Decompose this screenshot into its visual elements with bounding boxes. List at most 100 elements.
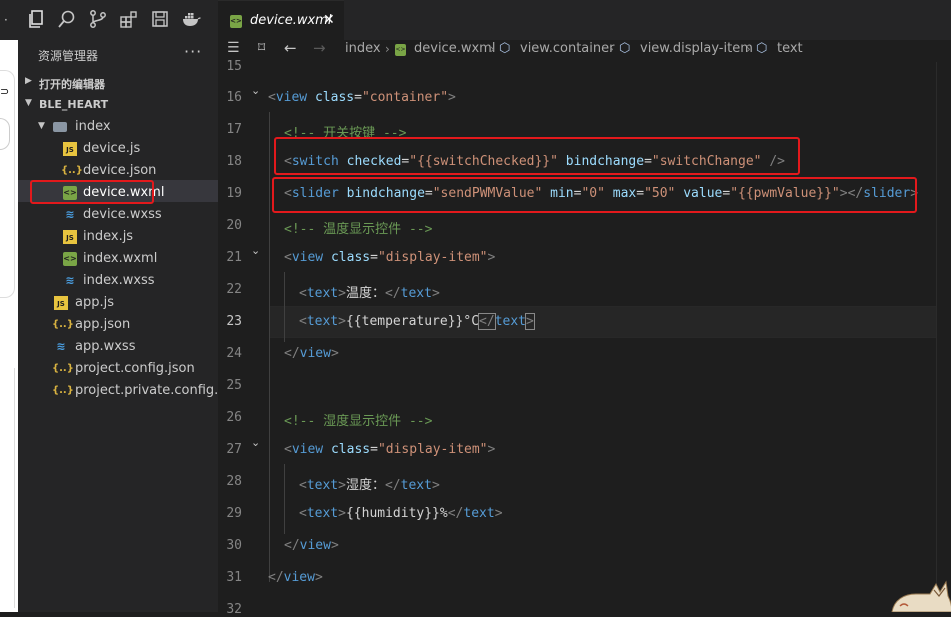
line-number: 26 — [226, 410, 242, 425]
search-icon[interactable] — [57, 9, 79, 31]
line-number: 22 — [226, 282, 242, 297]
breadcrumb-item[interactable]: view.container — [520, 41, 614, 56]
breadcrumb: ☰ ⌑ ← → index › <> device.wxml › ⬡ view.… — [218, 39, 951, 62]
tree-item-project-config[interactable]: {..} project.config.json — [18, 358, 218, 380]
open-editors-section[interactable]: ▶ 打开的编辑器 — [18, 72, 218, 94]
tab-device-wxml[interactable]: <> device.wxml ✕ — [218, 0, 344, 41]
tree-item-label: index.wxss — [83, 273, 155, 288]
line-number: 20 — [226, 218, 242, 233]
code-line-31: </view> — [268, 570, 323, 585]
indent-guide — [269, 112, 270, 582]
explorer-panel: 资源管理器 ··· ▶ 打开的编辑器 ▼ BLE_HEART ▼ index J… — [18, 40, 241, 612]
code-line-21: <view class="display-item"> — [284, 250, 496, 265]
list-icon[interactable]: ☰ — [227, 40, 240, 56]
code-line-28: <text>湿度：</text> — [299, 478, 440, 493]
tree-item-label: device.json — [83, 163, 157, 178]
source-control-icon[interactable] — [88, 9, 110, 31]
back-arrow-icon[interactable]: ← — [284, 39, 297, 57]
tree-item-label: app.js — [75, 295, 114, 310]
breadcrumb-item[interactable]: view.display-item — [640, 41, 753, 56]
chevron-right-icon: ▶ — [25, 76, 32, 86]
breadcrumb-item[interactable]: index — [345, 41, 381, 56]
highlight-box-slider — [272, 177, 917, 213]
simulator-switch-icon[interactable]: ⊃ — [0, 85, 9, 98]
tree-item-device-wxss[interactable]: ≋ device.wxss — [18, 204, 218, 226]
tree-item-label: index.js — [83, 229, 134, 244]
line-number: 21 — [226, 250, 242, 265]
chevron-right-icon: › — [609, 42, 614, 56]
js-file-icon: JS — [54, 296, 68, 310]
bookmark-icon[interactable]: ⌑ — [258, 40, 265, 56]
code-editor[interactable]: 15 16 17 18 19 20 21 22 23 24 25 26 27 2… — [218, 59, 951, 617]
tree-item-project-private-config[interactable]: {..} project.private.config.js... — [18, 380, 241, 402]
line-number: 29 — [226, 506, 242, 521]
forward-arrow-icon[interactable]: → — [313, 39, 326, 57]
tree-item-label: device.js — [83, 141, 141, 156]
chevron-right-icon: › — [490, 42, 495, 56]
highlight-box-switch — [274, 137, 800, 175]
project-section[interactable]: ▼ BLE_HEART — [18, 94, 218, 116]
tree-item-label: app.json — [75, 317, 131, 332]
more-actions-icon[interactable]: ··· — [184, 42, 202, 61]
simulator-slider-knob[interactable] — [0, 118, 10, 150]
line-number: 28 — [226, 474, 242, 489]
json-file-icon: {..} — [52, 385, 74, 396]
line-number: 19 — [226, 186, 242, 201]
docker-icon[interactable] — [181, 9, 203, 31]
tree-item-app-wxss[interactable]: ≋ app.wxss — [18, 336, 218, 358]
line-number: 16 — [226, 90, 242, 105]
close-icon[interactable]: ✕ — [323, 12, 335, 28]
chevron-down-icon: ▼ — [38, 121, 45, 131]
tree-item-index-wxml[interactable]: <> index.wxml — [18, 248, 218, 270]
open-editors-label: 打开的编辑器 — [39, 78, 105, 91]
wxss-file-icon: ≋ — [65, 208, 75, 221]
simulator-header — [0, 0, 18, 40]
simulator-card — [0, 70, 15, 298]
fold-chevron-icon[interactable]: ⌄ — [251, 244, 260, 257]
line-number: 27 — [226, 442, 242, 457]
tree-item-device-js[interactable]: JS device.js — [18, 138, 218, 160]
tree-item-label: project.private.config.js... — [75, 383, 242, 398]
wxss-file-icon: ≋ — [56, 340, 66, 353]
json-file-icon: {..} — [52, 363, 74, 374]
tab-bar: <> device.wxml ✕ — [218, 0, 951, 41]
extensions-icon[interactable] — [119, 9, 141, 31]
simulator-menu-icon[interactable]: · — [4, 13, 8, 27]
tree-item-index-wxss[interactable]: ≋ index.wxss — [18, 270, 218, 292]
tab-label: device.wxml — [250, 13, 332, 28]
json-file-icon: {..} — [61, 165, 83, 176]
simulator-panel: · ⊃ — [0, 0, 18, 612]
line-number: 18 — [226, 154, 242, 169]
folder-icon — [53, 122, 67, 132]
save-layout-icon[interactable] — [150, 9, 172, 31]
editor-scrollbar[interactable] — [936, 62, 951, 612]
line-number: 31 — [226, 570, 242, 585]
code-line-26: <!-- 湿度显示控件 --> — [284, 414, 433, 429]
code-line-29: <text>{{humidity}}%</text> — [299, 506, 503, 521]
simulator-lower-area — [0, 368, 15, 608]
tree-item-app-js[interactable]: JS app.js — [18, 292, 218, 314]
line-number: 25 — [226, 378, 242, 393]
code-line-23: <text>{{temperature}}°C</text> — [299, 313, 535, 330]
line-number: 15 — [226, 59, 242, 74]
chevron-right-icon: › — [385, 42, 390, 56]
tree-item-device-json[interactable]: {..} device.json — [18, 160, 218, 182]
breadcrumb-item[interactable]: text — [777, 41, 803, 56]
element-icon: ⬡ — [756, 41, 768, 56]
code-line-22: <text>温度：</text> — [299, 286, 440, 301]
line-number-current: 23 — [226, 314, 242, 329]
wxml-file-icon: <> — [395, 44, 406, 56]
indent-guide — [284, 464, 285, 534]
tree-item-index-js[interactable]: JS index.js — [18, 226, 218, 248]
code-line-24: </view> — [284, 346, 339, 361]
tree-item-app-json[interactable]: {..} app.json — [18, 314, 218, 336]
fold-chevron-icon[interactable]: ⌄ — [251, 436, 260, 449]
js-file-icon: JS — [63, 142, 77, 156]
tree-item-index-folder[interactable]: ▼ index — [18, 116, 218, 138]
fold-chevron-icon[interactable]: ⌄ — [251, 84, 260, 97]
highlight-box — [30, 180, 154, 204]
line-number: 30 — [226, 538, 242, 553]
breadcrumb-item[interactable]: device.wxml — [414, 41, 495, 56]
files-icon[interactable] — [26, 9, 48, 31]
wxml-file-icon: <> — [63, 252, 77, 266]
